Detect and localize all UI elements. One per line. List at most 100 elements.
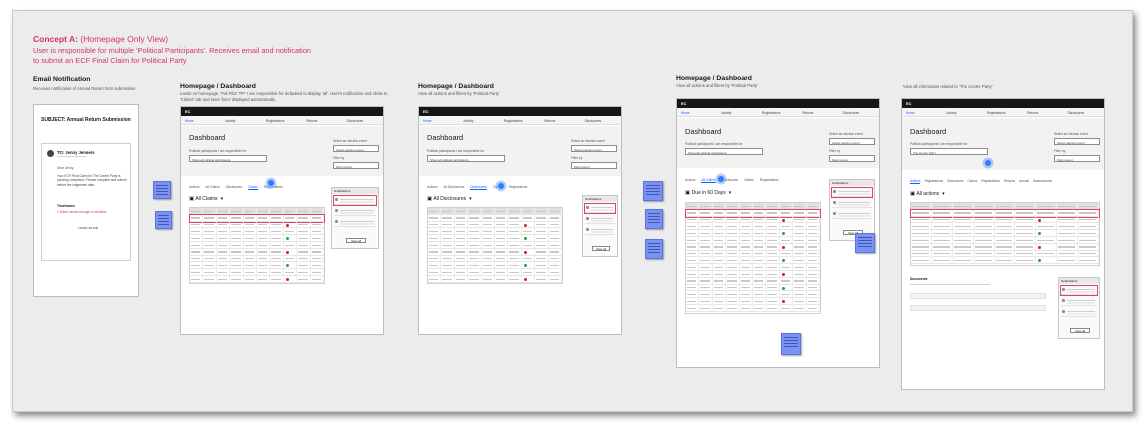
nav-activity[interactable]: Activity <box>459 116 499 124</box>
tab-annual[interactable]: Annual <box>1019 179 1029 184</box>
tab-claims[interactable]: Claims <box>248 185 258 190</box>
chevron-down-icon[interactable]: ▾ <box>942 191 945 197</box>
tab-all-claims[interactable]: All Claims <box>701 178 716 183</box>
table-row[interactable] <box>428 255 563 263</box>
table-row[interactable] <box>911 223 1100 231</box>
nav-registrations[interactable]: Registrations <box>262 116 302 124</box>
table-row[interactable] <box>428 262 563 270</box>
table-row[interactable] <box>189 213 325 223</box>
tab-actions[interactable]: Actions <box>685 178 695 183</box>
tab-all-claims[interactable]: All Claims <box>205 185 219 190</box>
table-row[interactable] <box>190 262 325 270</box>
notification-item[interactable] <box>1061 308 1097 317</box>
filter-select[interactable]: Most recent <box>571 162 617 169</box>
table-row[interactable] <box>190 275 325 283</box>
filter-select[interactable]: Most recent <box>1054 155 1100 162</box>
table-row[interactable] <box>911 230 1100 237</box>
table-row[interactable] <box>190 221 325 229</box>
table-row[interactable] <box>686 304 821 312</box>
table-row[interactable] <box>428 269 563 276</box>
hotspot-marker[interactable] <box>267 179 275 187</box>
table-row[interactable] <box>686 230 821 237</box>
nav-disclosures[interactable]: Disclosures <box>343 116 383 124</box>
table-row[interactable] <box>686 298 821 305</box>
notification-item[interactable] <box>333 195 377 206</box>
email-link[interactable]: 1 Week remain through to deadline <box>57 210 107 214</box>
nav-returns[interactable]: Returns <box>302 116 342 124</box>
table-row[interactable] <box>190 255 325 263</box>
nav-returns[interactable]: Returns <box>798 108 838 116</box>
tab-assessments[interactable]: Assessments <box>1033 179 1052 184</box>
table-row[interactable] <box>686 270 821 278</box>
nav-home[interactable]: Home <box>677 108 717 116</box>
table-row[interactable] <box>686 223 821 231</box>
tab-claims[interactable]: Claims <box>968 179 978 184</box>
view-all-button[interactable]: View all <box>1070 328 1090 333</box>
login-button[interactable]: LOGIN TO FIE <box>72 226 104 232</box>
nav-disclosures[interactable]: Disclosures <box>1064 108 1104 116</box>
table-row[interactable] <box>190 248 325 256</box>
notification-item[interactable] <box>1060 285 1098 296</box>
table-row[interactable] <box>428 241 563 249</box>
table-row[interactable] <box>686 291 821 299</box>
table-row[interactable] <box>428 214 563 222</box>
nav-activity[interactable]: Activity <box>942 108 982 116</box>
table-row[interactable] <box>190 235 325 242</box>
notification-item[interactable] <box>334 207 376 216</box>
table-row[interactable] <box>910 208 1100 218</box>
nav-home[interactable]: Home <box>181 116 221 124</box>
nav-home[interactable]: Home <box>902 108 942 116</box>
notification-item[interactable] <box>832 199 872 208</box>
tab-actions[interactable]: Actions <box>189 185 199 190</box>
table-row[interactable] <box>686 216 821 224</box>
table-row[interactable] <box>686 264 821 271</box>
chevron-down-icon[interactable]: ▾ <box>469 196 472 202</box>
tab-actions[interactable]: Actions <box>910 179 921 184</box>
tab-registrations[interactable]: Registrations <box>509 185 528 190</box>
filter-select[interactable]: Most recent <box>333 162 379 169</box>
document-row[interactable] <box>910 305 1046 311</box>
tab-claims[interactable]: Claims <box>744 178 754 183</box>
table-row[interactable] <box>686 277 821 285</box>
nav-home[interactable]: Home <box>419 116 459 124</box>
hotspot-marker[interactable] <box>497 182 505 190</box>
table-row[interactable] <box>686 284 821 292</box>
event-select[interactable]: Select election event <box>333 145 379 152</box>
nav-disclosures[interactable]: Disclosures <box>839 108 879 116</box>
tab-all-disclosures[interactable]: All Disclosures <box>443 185 464 190</box>
nav-registrations[interactable]: Registrations <box>758 108 798 116</box>
event-select[interactable]: Select election event <box>1054 138 1100 145</box>
table-row[interactable] <box>686 236 821 244</box>
hotspot-marker[interactable] <box>984 159 992 167</box>
table-row[interactable] <box>428 235 563 242</box>
notification-item[interactable] <box>584 203 616 214</box>
nav-disclosures[interactable]: Disclosures <box>581 116 621 124</box>
tab-returns[interactable]: Returns <box>1004 179 1015 184</box>
table-row[interactable] <box>911 243 1100 251</box>
nav-registrations[interactable]: Registrations <box>983 108 1023 116</box>
notification-item[interactable] <box>585 226 615 235</box>
nav-registrations[interactable]: Registrations <box>500 116 540 124</box>
nav-returns[interactable]: Returns <box>540 116 580 124</box>
filter-select[interactable]: Most recent <box>829 155 875 162</box>
pp-select[interactable]: The Centre Party <box>910 148 988 155</box>
table-row[interactable] <box>911 250 1100 258</box>
table-row[interactable] <box>911 236 1100 244</box>
tab-registrations-2[interactable]: Registrations <box>981 179 1000 184</box>
pp-select[interactable]: Show all political participants <box>685 148 763 155</box>
notification-item[interactable] <box>832 210 872 219</box>
tab-registrations[interactable]: Registrations <box>760 178 779 183</box>
hotspot-marker[interactable] <box>717 175 725 183</box>
table-row[interactable] <box>686 250 821 258</box>
nav-returns[interactable]: Returns <box>1023 108 1063 116</box>
pp-select[interactable]: Show all political participants <box>427 155 505 162</box>
tab-actions[interactable]: Actions <box>427 185 437 190</box>
event-select[interactable]: Select election event <box>829 138 875 145</box>
table-row[interactable] <box>190 241 325 249</box>
table-row[interactable] <box>686 243 821 251</box>
table-row[interactable] <box>911 216 1100 224</box>
nav-activity[interactable]: Activity <box>221 116 261 124</box>
nav-activity[interactable]: Activity <box>717 108 757 116</box>
tab-disclosures[interactable]: Disclosures <box>947 179 963 184</box>
tab-registrations[interactable]: Registrations <box>924 179 943 184</box>
